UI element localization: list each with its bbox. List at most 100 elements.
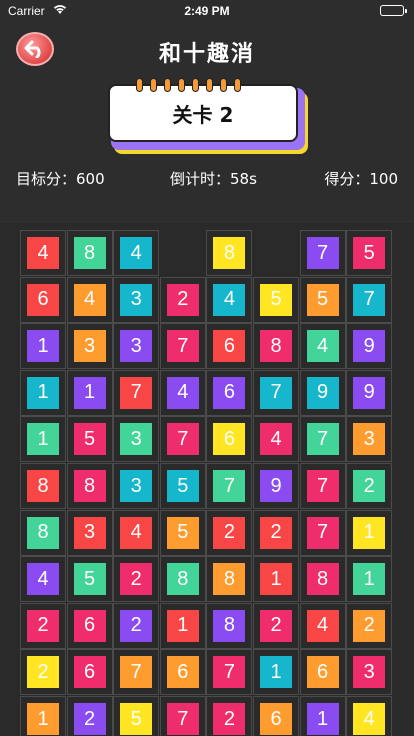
number-tile[interactable]: 8 xyxy=(166,563,199,596)
number-tile[interactable]: 3 xyxy=(120,470,153,502)
board-cell[interactable]: 4 xyxy=(299,323,346,370)
number-tile[interactable]: 7 xyxy=(306,470,339,502)
board-cell[interactable]: 7 xyxy=(299,463,346,509)
board-cell[interactable]: 5 xyxy=(159,463,206,509)
number-tile[interactable]: 8 xyxy=(73,237,106,269)
board-cell[interactable]: 6 xyxy=(206,369,253,416)
number-tile[interactable]: 1 xyxy=(27,703,59,735)
number-tile[interactable]: 4 xyxy=(353,703,386,735)
board-cell[interactable]: 2 xyxy=(20,649,66,696)
number-tile[interactable]: 8 xyxy=(213,563,246,596)
board-cell[interactable]: 1 xyxy=(20,369,66,416)
board-cell[interactable]: 1 xyxy=(20,696,66,736)
board-cell[interactable]: 7 xyxy=(253,369,299,416)
number-tile[interactable]: 5 xyxy=(120,703,153,735)
number-tile[interactable]: 2 xyxy=(27,609,59,642)
board-cell[interactable]: 8 xyxy=(206,556,253,603)
number-tile[interactable]: 1 xyxy=(353,563,386,596)
board-cell[interactable]: 3 xyxy=(346,416,393,463)
board-cell[interactable]: 7 xyxy=(159,416,206,463)
board-cell[interactable]: 8 xyxy=(159,556,206,603)
number-tile[interactable]: 8 xyxy=(213,237,246,269)
number-tile[interactable]: 4 xyxy=(120,516,153,549)
number-tile[interactable]: 4 xyxy=(27,563,59,596)
board-cell[interactable]: 6 xyxy=(299,649,346,696)
board-cell[interactable]: 7 xyxy=(299,509,346,556)
number-tile[interactable]: 6 xyxy=(73,609,106,642)
number-tile[interactable]: 5 xyxy=(353,237,386,269)
number-tile[interactable]: 9 xyxy=(306,376,339,409)
board-cell[interactable]: 4 xyxy=(113,230,160,276)
board-cell[interactable]: 8 xyxy=(206,230,253,276)
board-cell[interactable]: 2 xyxy=(206,696,253,736)
board-cell[interactable]: 2 xyxy=(206,509,253,556)
number-tile[interactable]: 6 xyxy=(27,283,59,316)
number-tile[interactable]: 6 xyxy=(306,656,339,689)
number-tile[interactable]: 7 xyxy=(166,330,199,363)
number-tile[interactable]: 2 xyxy=(213,516,246,549)
board-cell[interactable]: 8 xyxy=(66,463,113,509)
board-cell[interactable]: 3 xyxy=(113,416,160,463)
number-tile[interactable]: 1 xyxy=(27,376,59,409)
number-tile[interactable]: 1 xyxy=(73,376,106,409)
board-cell[interactable]: 9 xyxy=(299,369,346,416)
board-cell[interactable]: 6 xyxy=(66,602,113,649)
board-cell[interactable]: 8 xyxy=(206,602,253,649)
board-cell[interactable]: 7 xyxy=(159,323,206,370)
board-cell[interactable]: 4 xyxy=(206,276,253,323)
number-tile[interactable]: 7 xyxy=(166,423,199,456)
board-cell[interactable]: 1 xyxy=(346,509,393,556)
number-tile[interactable]: 7 xyxy=(213,470,246,502)
board-cell[interactable]: 7 xyxy=(159,696,206,736)
number-tile[interactable]: 7 xyxy=(306,237,339,269)
board-cell[interactable]: 5 xyxy=(253,276,299,323)
board-cell[interactable]: 5 xyxy=(66,556,113,603)
board-cell[interactable]: 1 xyxy=(253,649,299,696)
board-cell[interactable]: 7 xyxy=(299,416,346,463)
number-tile[interactable]: 1 xyxy=(260,563,292,596)
number-tile[interactable]: 4 xyxy=(166,376,199,409)
board-cell[interactable]: 8 xyxy=(20,509,66,556)
number-tile[interactable]: 4 xyxy=(27,237,59,269)
number-tile[interactable]: 1 xyxy=(306,703,339,735)
board-cell[interactable]: 9 xyxy=(346,369,393,416)
number-tile[interactable]: 9 xyxy=(353,376,386,409)
board-cell[interactable]: 2 xyxy=(20,602,66,649)
board-cell[interactable]: 7 xyxy=(206,463,253,509)
number-tile[interactable]: 5 xyxy=(306,283,339,316)
number-tile[interactable]: 4 xyxy=(260,423,292,456)
board-cell[interactable]: 4 xyxy=(253,416,299,463)
board-cell[interactable]: 5 xyxy=(113,696,160,736)
number-tile[interactable]: 3 xyxy=(73,330,106,363)
board-cell[interactable]: 7 xyxy=(346,276,393,323)
board-cell[interactable]: 2 xyxy=(66,696,113,736)
number-tile[interactable]: 6 xyxy=(213,376,246,409)
board-cell[interactable]: 1 xyxy=(20,416,66,463)
number-tile[interactable]: 3 xyxy=(73,516,106,549)
board-cell[interactable]: 6 xyxy=(206,323,253,370)
number-tile[interactable]: 4 xyxy=(306,609,339,642)
number-tile[interactable]: 8 xyxy=(213,609,246,642)
board-cell[interactable]: 2 xyxy=(159,276,206,323)
number-tile[interactable]: 7 xyxy=(120,376,153,409)
number-tile[interactable]: 1 xyxy=(27,330,59,363)
board-cell[interactable]: 4 xyxy=(159,369,206,416)
number-tile[interactable]: 2 xyxy=(260,516,292,549)
board-cell[interactable]: 3 xyxy=(113,323,160,370)
number-tile[interactable]: 3 xyxy=(353,423,386,456)
number-tile[interactable]: 7 xyxy=(166,703,199,735)
number-tile[interactable]: 7 xyxy=(306,516,339,549)
number-tile[interactable]: 7 xyxy=(120,656,153,689)
number-tile[interactable]: 5 xyxy=(166,516,199,549)
number-tile[interactable]: 7 xyxy=(213,656,246,689)
number-tile[interactable]: 1 xyxy=(260,656,292,689)
number-tile[interactable]: 3 xyxy=(120,330,153,363)
number-tile[interactable]: 2 xyxy=(353,470,386,502)
number-tile[interactable]: 9 xyxy=(353,330,386,363)
number-tile[interactable]: 6 xyxy=(213,330,246,363)
number-tile[interactable]: 7 xyxy=(353,283,386,316)
number-tile[interactable]: 1 xyxy=(166,609,199,642)
board-cell[interactable]: 4 xyxy=(20,556,66,603)
board-cell[interactable]: 3 xyxy=(346,649,393,696)
number-tile[interactable]: 4 xyxy=(213,283,246,316)
